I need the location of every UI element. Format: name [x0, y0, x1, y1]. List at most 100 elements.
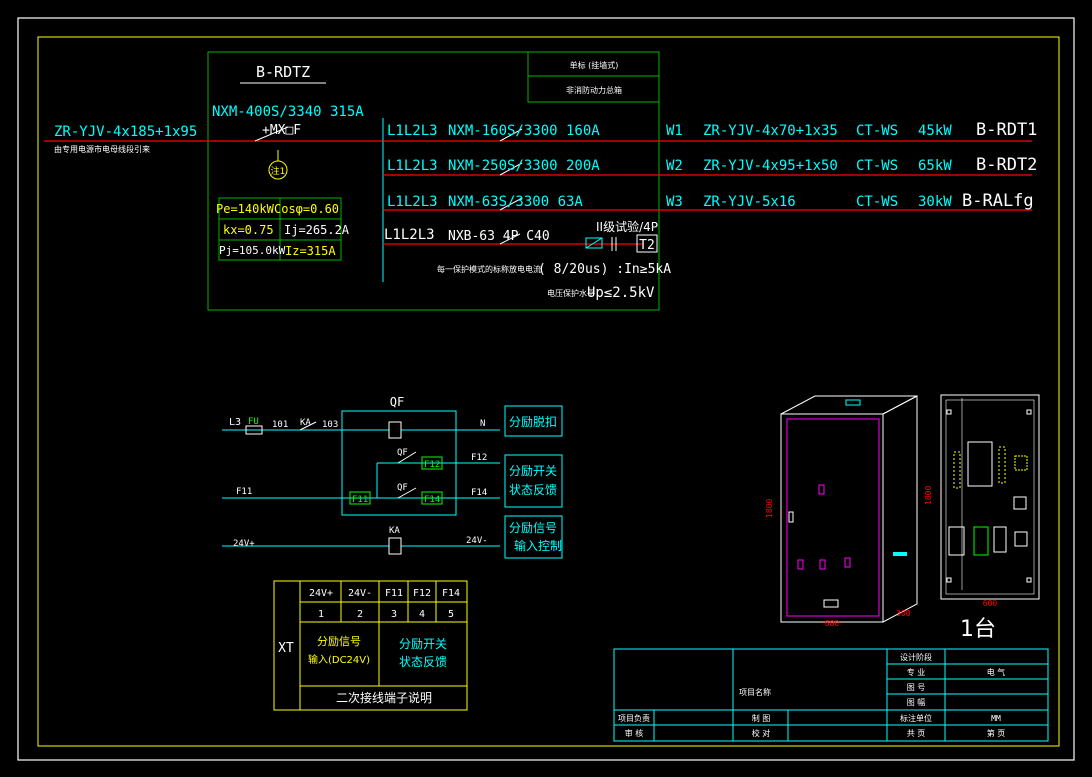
spd-line2: Up≤2.5kV — [587, 285, 655, 301]
tb-scale: 图 幅 — [907, 697, 926, 707]
panel-name: B-RDTZ — [256, 63, 310, 81]
tb-unit: 标注单位 — [900, 713, 932, 723]
tb-check: 校 对 — [752, 728, 771, 738]
ctl-f11: F11 — [236, 487, 252, 497]
box3a-label: 分励信号 — [509, 521, 557, 535]
single-line-diagram: 单标 (挂墙式) 非消防动力总箱 B-RDTZ ZR-YJV-4x185+1x9… — [44, 51, 1037, 311]
calc-pj: Pj=105.0kW — [219, 244, 286, 257]
out2-cable: ZR-YJV-4x95+1x50 — [703, 158, 838, 174]
ctl-qf-title: QF — [390, 395, 404, 409]
tb-review: 审 核 — [625, 728, 644, 738]
calc-pe: Pe=140kW — [216, 202, 275, 216]
calc-cos: Cosφ=0.60 — [274, 202, 339, 216]
ctl-n: N — [480, 419, 485, 429]
xt-h4: F12 — [413, 588, 431, 599]
main-breaker: NXM-400S/3340 315A — [212, 104, 364, 120]
out3-breaker: NXM-63S/3300 63A — [448, 194, 583, 210]
cab-w1: 600 — [825, 619, 840, 628]
drawing-sheet: 单标 (挂墙式) 非消防动力总箱 B-RDTZ ZR-YJV-4x185+1x9… — [17, 17, 1075, 761]
mode-label-2: 非消防动力总箱 — [566, 85, 622, 95]
spd-line1-cn: 每一保护模式的标称放电电流 — [437, 264, 541, 274]
ctl-101: 101 — [272, 420, 288, 430]
spd-line1: ( 8/20us) :In≥5kA — [538, 262, 671, 277]
cabinet-3d-view: 1800 600 300 — [765, 395, 918, 628]
spd-breaker: NXB-63 4P C40 — [448, 229, 550, 244]
calc-ij: Ij=265.2A — [284, 223, 350, 237]
ctl-l3: L3 — [229, 417, 241, 428]
tb-major: 专 业 — [907, 667, 926, 677]
out2-breaker: NXM-250S/3300 200A — [448, 158, 600, 174]
box2b-label: 状态反馈 — [509, 483, 557, 497]
xt-n1: 1 — [318, 609, 324, 620]
tb-unit-val: MM — [991, 714, 1001, 723]
xt-n5: 5 — [448, 609, 454, 620]
calc-kx: kx=0.75 — [223, 223, 274, 237]
ctl-fu: FU — [248, 417, 259, 427]
out1-breaker: NXM-160S/3300 160A — [448, 123, 600, 139]
calc-table: Pe=140kW Cosφ=0.60 kx=0.75 Ij=265.2A Pj=… — [216, 197, 350, 261]
out3-lay: CT-WS — [856, 194, 898, 210]
note-label: 注1 — [271, 165, 286, 177]
outgoing-circuit-1: L1L2L3 NXM-160S/3300 160A W1 ZR-YJV-4x70… — [383, 120, 1037, 142]
ctl-f14-box: F14 — [424, 495, 440, 505]
xt-fb1: 分励开关 — [399, 637, 447, 651]
ctl-qf2: QF — [397, 448, 408, 458]
spd-class: II级试验/4P — [596, 219, 658, 234]
cabinet-front-layout: 1800 600 1台 — [924, 394, 1040, 642]
xt-sig1: 分励信号 — [317, 635, 361, 648]
ctl-f11-box: F11 — [352, 495, 368, 505]
xt-h5: F14 — [442, 588, 460, 599]
inner-frame — [37, 36, 1060, 747]
xt-fb2: 状态反馈 — [399, 655, 447, 669]
cab-h2: 1800 — [924, 486, 933, 505]
mode-label-1: 单标 (挂墙式) — [570, 60, 619, 70]
out2-circuit: W2 — [666, 158, 683, 174]
box3b-label: 输入控制 — [514, 538, 562, 553]
ctl-f12: F12 — [471, 453, 487, 463]
cabinet-quantity: 1台 — [960, 617, 996, 642]
box1-label: 分励脱扣 — [509, 414, 557, 429]
out3-phase: L1L2L3 — [387, 194, 438, 210]
out3-cable: ZR-YJV-5x16 — [703, 194, 796, 210]
xt-label: XT — [278, 641, 294, 656]
terminal-table: XT 24V+ 24V- F11 F12 F14 1 2 3 4 5 分励信号 … — [273, 580, 468, 711]
cab-w2: 600 — [983, 599, 998, 608]
out2-power: 65kW — [918, 158, 952, 174]
ctl-24vm: 24V- — [466, 536, 488, 546]
cab-d1: 300 — [896, 609, 911, 618]
out2-dest: B-RDT2 — [976, 155, 1037, 175]
out1-phase: L1L2L3 — [387, 123, 438, 139]
xt-caption: 二次接线端子说明 — [336, 690, 432, 705]
ctl-f14: F14 — [471, 488, 487, 498]
out2-lay: CT-WS — [856, 158, 898, 174]
xt-h2: 24V- — [348, 588, 372, 599]
calc-iz: Iz=315A — [285, 244, 336, 258]
spd-tag: T2 — [639, 238, 655, 253]
incoming-cable: ZR-YJV-4x185+1x95 — [54, 124, 197, 140]
outgoing-circuit-2: L1L2L3 NXM-250S/3300 200A W2 ZR-YJV-4x95… — [383, 155, 1037, 176]
xt-sig2: 输入(DC24V) — [308, 653, 370, 666]
tb-major-val: 电 气 — [987, 667, 1006, 677]
tb-project-name: 项目名称 — [739, 687, 771, 697]
out1-power: 45kW — [918, 123, 952, 139]
ctl-ka: KA — [300, 418, 311, 428]
ctl-qf3: QF — [397, 483, 408, 493]
box-feedback — [504, 454, 563, 508]
out3-circuit: W3 — [666, 194, 683, 210]
out1-lay: CT-WS — [856, 123, 898, 139]
tb-drawing-no: 图 号 — [907, 683, 926, 692]
out3-power: 30kW — [918, 194, 952, 210]
control-circuit: QF L3 FU 101 KA 103 N QF F12 F12 F11 F11… — [222, 395, 563, 559]
xt-h1: 24V+ — [309, 588, 333, 599]
cab-h1: 1800 — [765, 499, 774, 518]
spd-circuit: L1L2L3 NXB-63 4P C40 II级试验/4P T2 每一保护模式的… — [383, 219, 671, 301]
tb-page: 第 页 — [987, 728, 1006, 738]
ctl-f12-box: F12 — [424, 460, 440, 470]
xt-n3: 3 — [391, 609, 397, 620]
xt-n2: 2 — [357, 609, 363, 620]
cad-drawing-canvas[interactable]: 单标 (挂墙式) 非消防动力总箱 B-RDTZ ZR-YJV-4x185+1x9… — [0, 0, 1092, 777]
out1-cable: ZR-YJV-4x70+1x35 — [703, 123, 838, 139]
ctl-24vp: 24V+ — [233, 539, 255, 549]
ctl-103: 103 — [322, 420, 338, 430]
xt-h3: F11 — [385, 588, 403, 599]
